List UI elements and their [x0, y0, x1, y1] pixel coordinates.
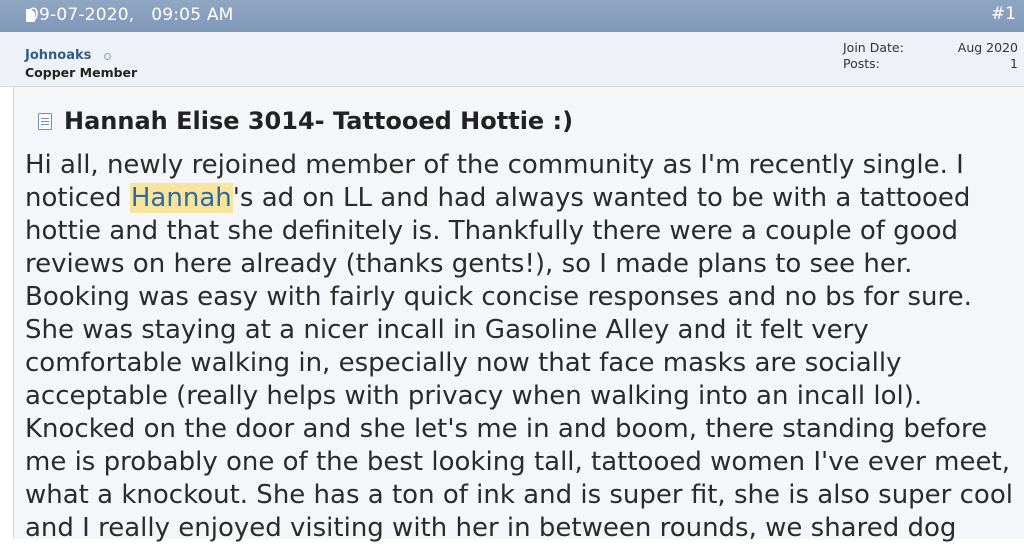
post-body-line: reviews on here already (thanks gents!),… — [25, 249, 913, 279]
post-body-line: noticed Hannah's ad on LL and had always… — [25, 182, 1015, 215]
user-info-bar: Johnoaks Copper Member Join Date: Aug 20… — [0, 32, 1024, 87]
post-header: 09-07-2020, 09:05 AM #1 — [0, 0, 1024, 32]
post-body-line: Knocked on the door and she let's me in … — [25, 414, 988, 444]
post-body-text: 's ad on LL and had always wanted to be … — [232, 183, 971, 213]
posts-label: Posts: — [843, 56, 880, 71]
post-date: 09-07-2020, — [28, 5, 135, 25]
join-date-label: Join Date: — [843, 40, 904, 55]
search-highlight: Hannah — [129, 183, 233, 213]
posts-count-value: 1 — [1010, 56, 1018, 71]
offline-status-icon — [104, 53, 111, 60]
post-content: Hannah Elise 3014- Tattooed Hottie :) Hi… — [13, 86, 1024, 543]
post-body-line: Hi all, newly rejoined member of the com… — [25, 150, 964, 180]
post-body-line: acceptable (really helps with privacy wh… — [25, 381, 923, 411]
post-body-line: and I really enjoyed visiting with her i… — [25, 513, 957, 543]
post-body-line: She was staying at a nicer incall in Gas… — [25, 315, 869, 345]
post-body-line: Booking was easy with fairly quick conci… — [25, 282, 972, 312]
post-datetime: 09-07-2020, 09:05 AM — [28, 5, 234, 25]
post-title: Hannah Elise 3014- Tattooed Hottie :) — [64, 107, 574, 135]
post-body-line: hottie and that she definitely is. Thank… — [25, 216, 958, 246]
document-icon — [38, 113, 52, 130]
username-link[interactable]: Johnoaks — [25, 48, 91, 63]
post-time: 09:05 AM — [151, 5, 234, 25]
post-body-line: comfortable walking in, especially now t… — [25, 348, 902, 378]
post-number-link[interactable]: #1 — [991, 4, 1016, 24]
post-body-line: me is probably one of the best looking t… — [25, 447, 1010, 477]
post-body-line: what a knockout. She has a ton of ink an… — [25, 480, 1013, 510]
post-body-text: noticed — [25, 183, 130, 213]
join-date-value: Aug 2020 — [957, 40, 1018, 55]
post-body: Hi all, newly rejoined member of the com… — [25, 149, 1015, 545]
user-title: Copper Member — [25, 65, 138, 80]
